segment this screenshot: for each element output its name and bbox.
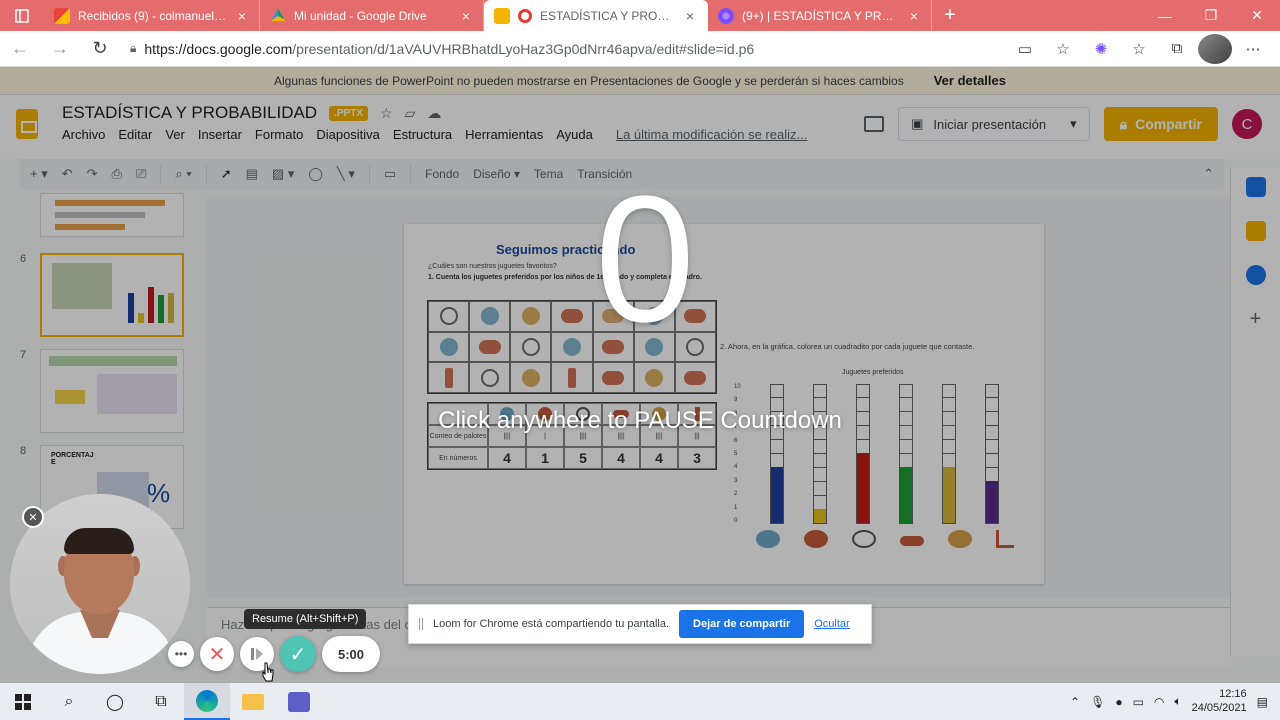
window-controls: — ❐ ✕ <box>1142 0 1280 31</box>
forward-icon[interactable]: → <box>40 31 80 67</box>
back-icon[interactable]: ← <box>0 31 40 67</box>
minimize-icon[interactable]: — <box>1142 0 1188 31</box>
hide-link[interactable]: Ocultar <box>814 618 849 630</box>
cortana-icon[interactable]: ◯ <box>92 683 138 720</box>
mic-active-icon[interactable]: ● <box>1115 695 1122 709</box>
address-bar-row: ← → ↻ 🔒︎ https://docs.google.com/present… <box>0 31 1280 67</box>
resume-tooltip: Resume (Alt+Shift+P) <box>244 609 367 629</box>
mouse-cursor-icon <box>262 662 274 682</box>
teams-icon <box>718 7 734 24</box>
recording-icon <box>518 8 532 23</box>
tab-teams[interactable]: (9+) | ESTADÍSTICA Y PROBABILI × <box>708 0 932 31</box>
task-view-icon[interactable]: ⧉ <box>138 683 184 720</box>
countdown-number[interactable]: 0 <box>560 170 730 350</box>
camera-icon[interactable]: ▭ <box>1008 34 1042 64</box>
drag-handle-icon[interactable] <box>419 618 423 630</box>
browser-tab-bar: Recibidos (9) - colmanuelita4jm@ × Mi un… <box>0 0 1280 31</box>
file-explorer-icon[interactable] <box>230 683 276 720</box>
edge-icon[interactable] <box>184 683 230 720</box>
extension-icon[interactable]: ✺ <box>1084 34 1118 64</box>
search-icon[interactable]: ⌕ <box>46 683 92 720</box>
system-tray: ⌃ 🎙︎ ● ▭ ◠ 🔈︎ 12:16 24/05/2021 ▤ <box>1070 688 1280 716</box>
volume-icon[interactable]: 🔈︎ <box>1174 694 1181 709</box>
close-camera-icon[interactable]: ✕ <box>24 508 42 526</box>
finish-recording-icon[interactable]: ✓ <box>280 636 316 672</box>
favorites-icon[interactable]: ☆ <box>1122 34 1156 64</box>
more-options-icon[interactable]: ••• <box>168 641 194 667</box>
countdown-message[interactable]: Click anywhere to PAUSE Countdown <box>380 407 900 435</box>
collections-icon[interactable]: ⧉ <box>1160 34 1194 64</box>
wifi-icon[interactable]: ◠ <box>1154 695 1164 709</box>
tab-gmail[interactable]: Recibidos (9) - colmanuelita4jm@ × <box>44 0 260 31</box>
close-tab-icon[interactable]: × <box>683 8 697 24</box>
windows-taskbar: ⌕ ◯ ⧉ ⌃ 🎙︎ ● ▭ ◠ 🔈︎ 12:16 24/05/2021 ▤ <box>0 683 1280 720</box>
slides-icon <box>494 7 510 24</box>
tab-actions-menu-icon[interactable] <box>0 0 44 31</box>
close-tab-icon[interactable]: × <box>235 8 249 24</box>
tab-drive[interactable]: Mi unidad - Google Drive × <box>260 0 484 31</box>
loom-controls: ••• ✕ ✓ 5:00 <box>168 636 381 672</box>
favorite-star-icon[interactable]: ☆ <box>1046 34 1080 64</box>
battery-icon[interactable]: ▭ <box>1133 695 1144 709</box>
profile-avatar[interactable] <box>1198 33 1232 64</box>
url-field[interactable]: 🔒︎ https://docs.google.com/presentation/… <box>120 35 1008 63</box>
close-tab-icon[interactable]: × <box>907 8 921 24</box>
gmail-icon <box>54 7 70 24</box>
close-window-icon[interactable]: ✕ <box>1234 0 1280 31</box>
more-icon[interactable]: ⋯ <box>1236 34 1270 64</box>
teams-taskbar-icon[interactable] <box>276 683 322 720</box>
drive-icon <box>270 8 286 22</box>
close-tab-icon[interactable]: × <box>459 8 473 24</box>
screen-share-banner: Loom for Chrome está compartiendo tu pan… <box>408 604 872 644</box>
tab-slides[interactable]: ESTADÍSTICA Y PROBABILID × <box>484 0 708 31</box>
microphone-icon[interactable]: 🎙︎ <box>1090 695 1105 709</box>
reload-icon[interactable]: ↻ <box>80 31 120 67</box>
cancel-recording-icon[interactable]: ✕ <box>200 637 234 671</box>
recording-timer: 5:00 <box>322 636 381 672</box>
clock[interactable]: 12:16 24/05/2021 <box>1192 688 1247 716</box>
stop-sharing-button[interactable]: Dejar de compartir <box>679 610 805 638</box>
restore-icon[interactable]: ❐ <box>1188 0 1234 31</box>
notifications-icon[interactable]: ▤ <box>1257 695 1268 709</box>
chevron-up-icon[interactable]: ⌃ <box>1070 695 1080 709</box>
windows-start-icon[interactable] <box>0 683 46 720</box>
lock-icon: 🔒︎ <box>130 41 137 55</box>
new-tab-icon[interactable]: + <box>932 0 968 31</box>
